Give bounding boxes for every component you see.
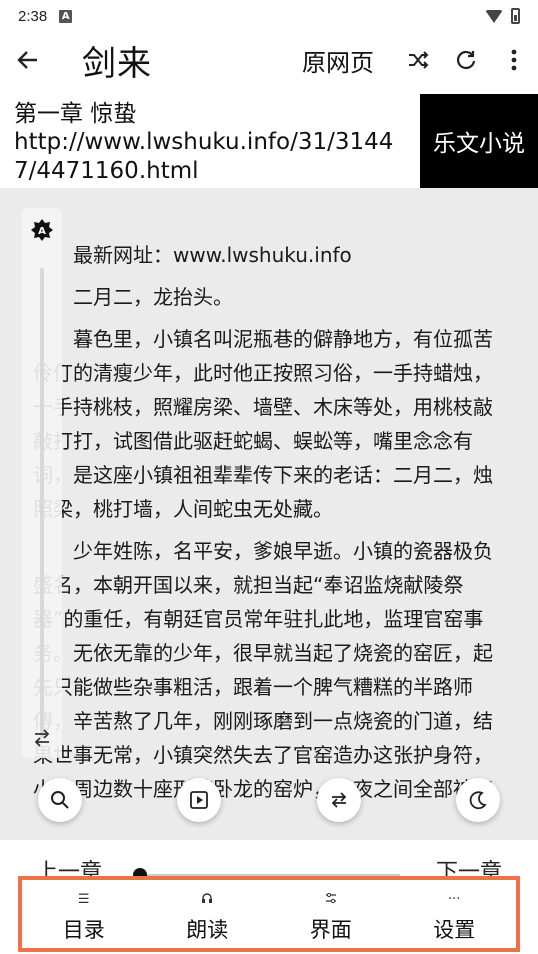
battery-icon bbox=[511, 8, 520, 24]
notification-icon: A bbox=[59, 9, 73, 23]
brightness-panel: A bbox=[22, 208, 62, 758]
svg-text:A: A bbox=[38, 226, 46, 237]
replace-button[interactable] bbox=[317, 778, 361, 822]
auto-brightness-icon[interactable]: A bbox=[30, 218, 54, 242]
list-icon: ☰ bbox=[77, 892, 90, 907]
moon-icon bbox=[469, 791, 487, 810]
content-paragraph: 二月二，龙抬头。 bbox=[73, 285, 233, 309]
source-page-button[interactable]: 原网页 bbox=[302, 43, 374, 78]
swap-icon bbox=[331, 792, 347, 808]
chapter-title: 第一章 惊蛰 bbox=[14, 101, 137, 127]
sliders-icon bbox=[325, 892, 337, 910]
bottom-controls: 上一章 下一章 ☰ 目录 朗读 界面 ··· 设置 bbox=[0, 840, 538, 954]
status-bar: 2:38 A bbox=[0, 0, 538, 32]
shuffle-icon bbox=[409, 51, 429, 69]
menu-label: 目录 bbox=[62, 918, 105, 942]
menu-label: 设置 bbox=[433, 918, 476, 942]
headphones-icon bbox=[201, 892, 213, 910]
play-box-icon bbox=[190, 791, 208, 809]
night-mode-button[interactable] bbox=[456, 778, 500, 822]
search-button[interactable] bbox=[38, 778, 82, 822]
chapter-url[interactable]: http://www.lwshuku.info/31/31447/4471160… bbox=[14, 128, 414, 186]
menu-interface[interactable]: 界面 bbox=[269, 880, 393, 948]
menu-label: 朗读 bbox=[186, 918, 229, 942]
menu-settings[interactable]: ··· 设置 bbox=[393, 880, 517, 948]
status-time: 2:38 bbox=[18, 7, 48, 25]
more-options-button[interactable] bbox=[490, 36, 538, 84]
chapter-text: 最新网址：www.lwshuku.info 二月二，龙抬头。 暮色里，小镇名叫泥… bbox=[33, 238, 509, 814]
book-title: 剑来 bbox=[82, 43, 152, 84]
more-vert-icon bbox=[511, 49, 517, 71]
refresh-icon bbox=[456, 50, 476, 70]
change-source-button[interactable] bbox=[394, 36, 442, 84]
content-lead: 最新网址：www.lwshuku.info bbox=[73, 243, 352, 267]
menu-read-aloud[interactable]: 朗读 bbox=[146, 880, 270, 948]
arrow-left-icon bbox=[17, 51, 37, 69]
wifi-icon bbox=[485, 9, 503, 23]
back-button[interactable] bbox=[0, 32, 56, 88]
reader-menu-bar: ☰ 目录 朗读 界面 ··· 设置 bbox=[18, 876, 520, 952]
brightness-slider[interactable] bbox=[40, 268, 44, 738]
content-paragraph: 暮色里，小镇名叫泥瓶巷的僻静地方，有位孤苦伶仃的清瘦少年，此时他正按照习俗，一手… bbox=[33, 327, 493, 521]
app-bar: 剑来 原网页 bbox=[0, 32, 538, 88]
content-paragraph: 少年姓陈，名平安，爹娘早逝。小镇的瓷器极负盛名，本朝开国以来，就担当起“奉诏监烧… bbox=[33, 539, 493, 801]
search-icon bbox=[51, 791, 69, 809]
menu-catalog[interactable]: ☰ 目录 bbox=[22, 880, 146, 948]
menu-label: 界面 bbox=[309, 918, 352, 942]
chapter-header: 第一章 惊蛰 http://www.lwshuku.info/31/31447/… bbox=[0, 90, 538, 188]
auto-page-button[interactable] bbox=[177, 778, 221, 822]
source-name-badge[interactable]: 乐文小说 bbox=[420, 94, 538, 188]
refresh-button[interactable] bbox=[442, 36, 490, 84]
swap-position-icon[interactable] bbox=[30, 728, 54, 752]
more-icon: ··· bbox=[448, 892, 461, 907]
